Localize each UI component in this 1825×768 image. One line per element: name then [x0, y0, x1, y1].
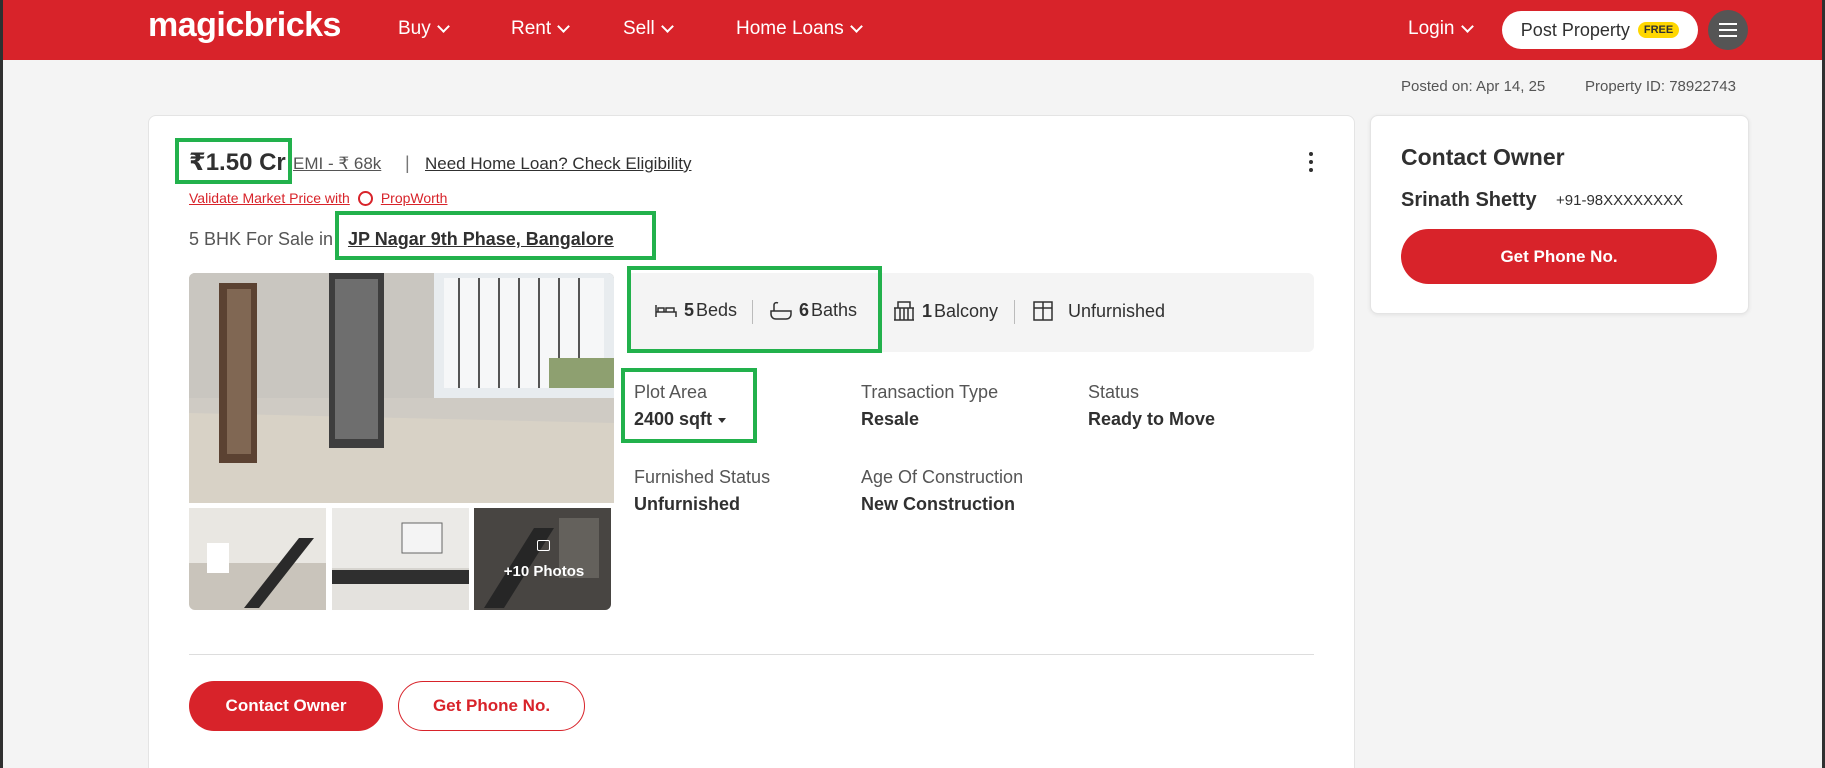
status-label: Status [1088, 382, 1140, 402]
hamburger-icon-line [1719, 29, 1737, 31]
more-options-icon[interactable] [1309, 152, 1313, 172]
beds-baths-highlight [627, 266, 882, 353]
furnishing-label: Unfurnished [1068, 300, 1166, 321]
more-photos-count: +10 Photos [503, 563, 585, 580]
nav-buy-label: Buy [398, 18, 431, 39]
nav-sell[interactable]: Sell [623, 18, 674, 40]
balcony-icon [894, 301, 914, 321]
chevron-down-icon [1460, 20, 1474, 33]
free-badge: FREE [1637, 22, 1680, 38]
wardrobe-icon [1033, 301, 1053, 321]
kitchen-photo [332, 508, 469, 610]
contact-owner-button[interactable]: Contact Owner [189, 681, 383, 731]
owner-phone-masked: +91-98XXXXXXXX [1556, 192, 1684, 209]
login-label: Login [1408, 18, 1455, 39]
nav-sell-label: Sell [623, 18, 655, 39]
transaction-type-value: Resale [861, 409, 920, 429]
chevron-down-icon [849, 20, 863, 33]
transaction-type-label: Transaction Type [861, 382, 999, 402]
owner-name: Srinath Shetty [1401, 189, 1537, 211]
property-id: Property ID: 78922743 [1585, 78, 1736, 95]
balcony-label: Balcony [934, 300, 999, 321]
chevron-down-icon [660, 20, 674, 33]
nav-rent[interactable]: Rent [511, 18, 571, 40]
photo-thumbnail[interactable] [189, 508, 326, 610]
propworth-icon [357, 190, 373, 206]
post-property-label: Post Property [1520, 19, 1630, 40]
plot-area-highlight [621, 368, 757, 443]
price-highlight [175, 138, 292, 184]
nav-buy[interactable]: Buy [398, 18, 450, 40]
window-frame-left [0, 0, 3, 768]
nav-rent-label: Rent [511, 18, 552, 39]
chevron-down-icon [557, 20, 571, 33]
photo-thumbnail[interactable] [332, 508, 469, 610]
age-of-construction-label: Age Of Construction [861, 467, 1024, 487]
magicbricks-logo[interactable]: magicbricks [148, 6, 341, 45]
furnishing-info: Unfurnished [1032, 300, 1165, 322]
dot [1309, 160, 1313, 164]
image-icon [537, 540, 550, 551]
get-phone-button[interactable]: Get Phone No. [398, 681, 585, 731]
validate-text: Validate Market Price with [189, 190, 350, 206]
contact-card-get-phone-button[interactable]: Get Phone No. [1401, 229, 1717, 284]
nav-home-loans-label: Home Loans [736, 18, 844, 39]
card-divider [189, 654, 1314, 655]
home-loan-eligibility-link[interactable]: Need Home Loan? Check Eligibility [425, 154, 691, 174]
login-button[interactable]: Login [1408, 18, 1474, 40]
main-property-photo[interactable] [189, 273, 614, 503]
furnished-status-value: Unfurnished [634, 494, 740, 514]
top-navbar: magicbricks Buy Rent Sell Home Loans Log… [0, 0, 1825, 60]
room-photo [189, 273, 614, 503]
status-value: Ready to Move [1088, 409, 1216, 429]
posted-on: Posted on: Apr 14, 25 [1401, 78, 1546, 95]
listing-title-prefix: 5 BHK For Sale in [189, 229, 334, 249]
contact-card-title: Contact Owner [1401, 144, 1565, 170]
photo-overlay [474, 508, 611, 610]
balcony-info: 1 Balcony [892, 300, 998, 322]
amenity-divider [1014, 300, 1015, 324]
chevron-down-icon [436, 20, 450, 33]
hamburger-menu-button[interactable] [1708, 10, 1748, 50]
dot [1309, 152, 1313, 156]
nav-home-loans[interactable]: Home Loans [736, 18, 863, 40]
propworth-label: PropWorth [380, 190, 448, 206]
validate-market-price-link[interactable]: Validate Market Price with PropWorth [189, 190, 447, 206]
post-property-button[interactable]: Post Property FREE [1502, 11, 1698, 49]
age-of-construction-value: New Construction [861, 494, 1016, 514]
staircase-photo [189, 508, 326, 610]
dot [1309, 168, 1313, 172]
more-photos-thumbnail[interactable]: +10 Photos [474, 508, 611, 610]
balcony-count: 1 [922, 300, 933, 321]
location-highlight [335, 211, 656, 260]
emi-link[interactable]: EMI - ₹ 68k [293, 154, 381, 174]
separator: | [405, 153, 410, 173]
hamburger-icon-line [1719, 35, 1737, 37]
furnished-status-label: Furnished Status [634, 467, 771, 487]
hamburger-icon [1719, 23, 1737, 25]
